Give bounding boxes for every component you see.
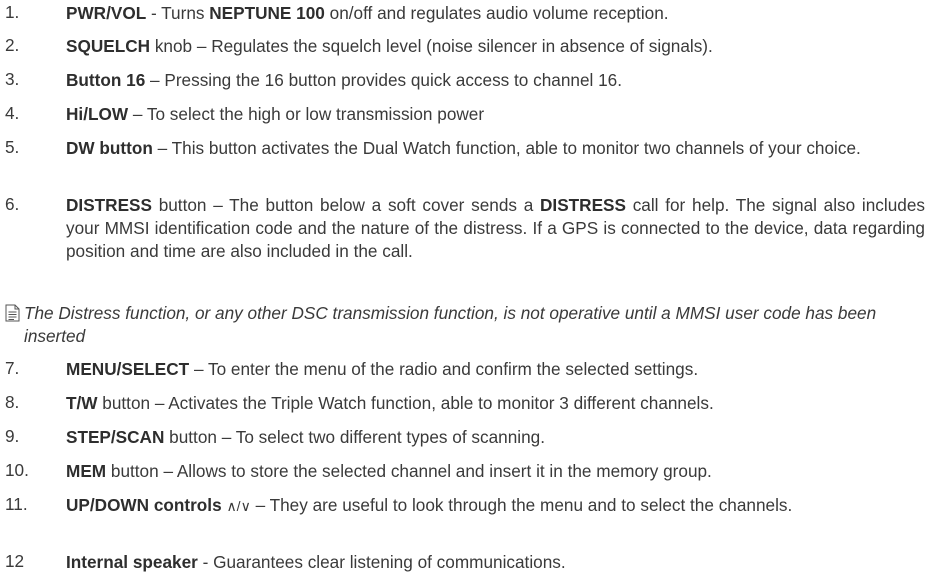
bold-term: MEM	[66, 461, 107, 481]
item-number: 4.	[5, 103, 20, 123]
up-down-arrows-glyph: ∧/∨	[226, 498, 251, 514]
bold-term: Internal speaker	[66, 552, 198, 572]
item-number: 1.	[5, 2, 20, 22]
bold-term: MENU/SELECT	[66, 359, 190, 379]
item-number: 5.	[5, 137, 20, 157]
item-text: MENU/SELECT – To enter the menu of the r…	[66, 358, 925, 381]
text-run: button – Allows to store the selected ch…	[106, 461, 712, 481]
bold-term: Hi/LOW	[66, 104, 129, 124]
note-text: The Distress function, or any other DSC …	[24, 303, 877, 346]
bold-term: DISTRESS	[66, 195, 152, 215]
bold-term: DISTRESS	[540, 195, 626, 215]
item-text: DISTRESS button – The button below a sof…	[66, 194, 925, 263]
item-text: MEM button – Allows to store the selecte…	[66, 460, 925, 483]
bold-term: PWR/VOL	[66, 3, 147, 23]
text-run: button – To select two different types o…	[164, 427, 545, 447]
item-text: DW button – This button activates the Du…	[66, 137, 925, 160]
text-run: button – Activates the Triple Watch func…	[97, 393, 714, 413]
manual-page: 1. PWR/VOL - Turns NEPTUNE 100 on/off an…	[0, 0, 939, 574]
item-number: 2.	[5, 35, 20, 55]
text-run: - Guarantees clear listening of communic…	[197, 552, 566, 572]
bold-term: NEPTUNE 100	[209, 3, 325, 23]
text-run: - Turns	[146, 3, 210, 23]
item-number: 8.	[5, 392, 20, 412]
item-number: 9.	[5, 426, 20, 446]
bold-term: DW button	[66, 138, 153, 158]
item-text: SQUELCH knob – Regulates the squelch lev…	[66, 35, 925, 58]
text-run: – To select the high or low transmission…	[128, 104, 485, 124]
text-run: button – The button below a soft cover s…	[151, 195, 541, 215]
bold-term: UP/DOWN controls	[66, 495, 222, 515]
item-number: 11.	[5, 494, 28, 514]
item-text: Button 16 – Pressing the 16 button provi…	[66, 69, 925, 92]
item-number: 6.	[5, 194, 20, 214]
item-text: Hi/LOW – To select the high or low trans…	[66, 103, 925, 126]
bold-term: STEP/SCAN	[66, 427, 165, 447]
text-run: – Pressing the 16 button provides quick …	[145, 70, 623, 90]
item-text: Internal speaker - Guarantees clear list…	[66, 551, 925, 574]
text-run: – This button activates the Dual Watch f…	[152, 138, 861, 158]
bold-term: Button 16	[66, 70, 146, 90]
text-run: knob – Regulates the squelch level (nois…	[150, 36, 713, 56]
text-run: on/off and regulates audio volume recept…	[324, 3, 669, 23]
item-text: UP/DOWN controls ∧/∨ – They are useful t…	[66, 494, 925, 518]
item-text: T/W button – Activates the Triple Watch …	[66, 392, 925, 415]
bold-term: T/W	[66, 393, 98, 413]
text-run: – They are useful to look through the me…	[250, 495, 793, 515]
item-number: 3.	[5, 69, 20, 89]
note-icon	[5, 304, 20, 322]
item-text: STEP/SCAN button – To select two differe…	[66, 426, 925, 449]
item-text: PWR/VOL - Turns NEPTUNE 100 on/off and r…	[66, 2, 925, 25]
item-number: 12	[5, 551, 25, 571]
item-number: 10.	[5, 460, 29, 480]
text-run: – To enter the menu of the radio and con…	[189, 359, 699, 379]
item-number: 7.	[5, 358, 20, 378]
bold-term: SQUELCH	[66, 36, 151, 56]
